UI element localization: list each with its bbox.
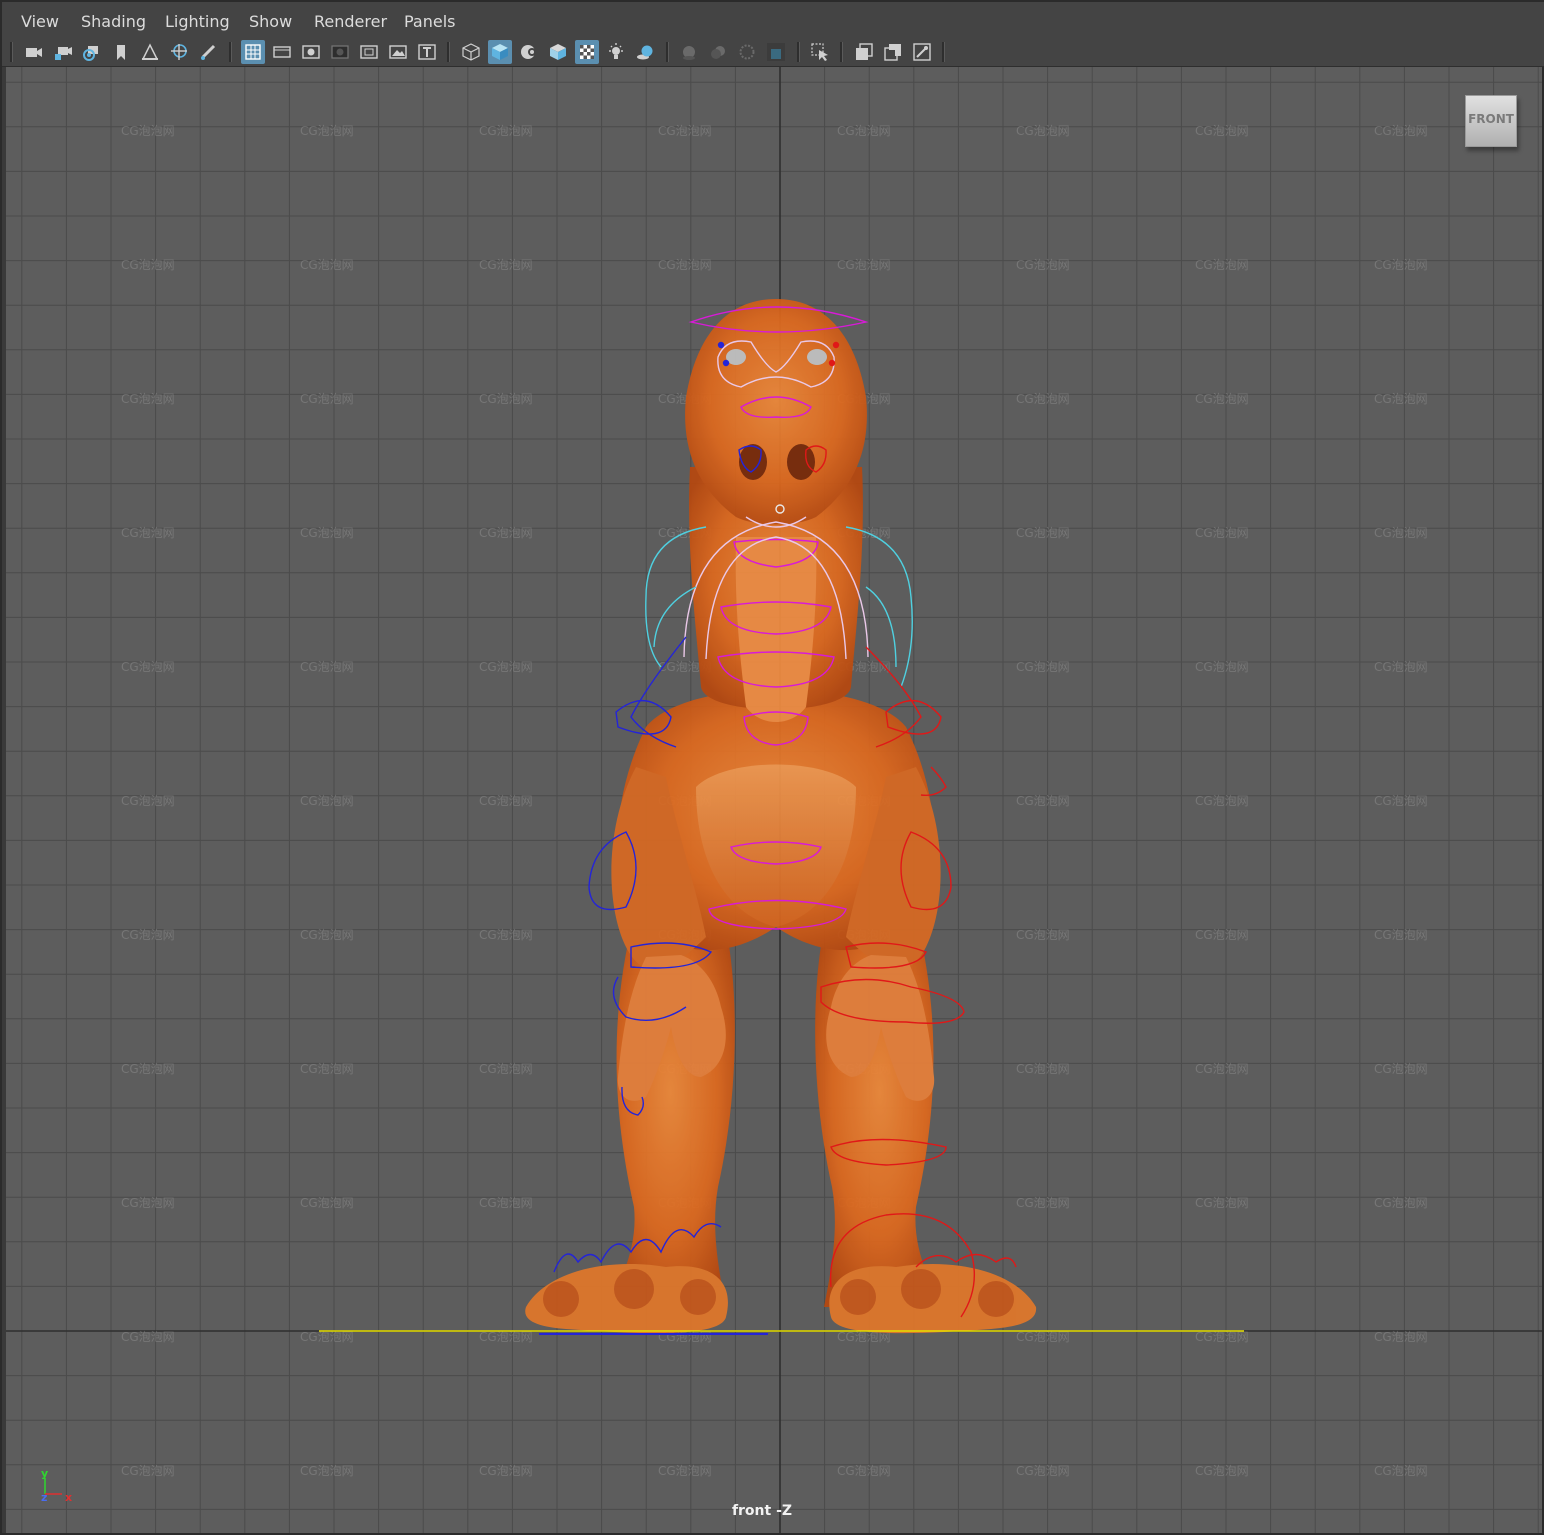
shadows-icon[interactable] — [633, 40, 657, 64]
menu-view[interactable]: View — [21, 12, 59, 31]
smooth-shade-icon[interactable] — [488, 40, 512, 64]
grease-pencil-icon[interactable] — [196, 40, 220, 64]
camera-lock-icon[interactable] — [51, 40, 75, 64]
film-gate-icon[interactable] — [270, 40, 294, 64]
depth-of-field-icon[interactable] — [764, 40, 788, 64]
bookmark-icon[interactable] — [109, 40, 133, 64]
motion-blur-icon[interactable] — [706, 40, 730, 64]
menu-renderer[interactable]: Renderer — [314, 12, 387, 31]
panel-menu-bar: View Shading Lighting Show Renderer Pane… — [2, 2, 1544, 38]
panel-toolbar — [2, 38, 1544, 67]
toolbar-separator — [942, 42, 945, 62]
toolbar-separator — [666, 42, 669, 62]
default-material-icon[interactable] — [546, 40, 570, 64]
view-cube-label: FRONT — [1468, 112, 1514, 126]
image-plane-icon[interactable] — [138, 40, 162, 64]
field-chart-icon[interactable] — [357, 40, 381, 64]
front-viewport[interactable]: CG泡泡网 CG泡泡网 CG泡泡网 CG泡泡网 CG泡泡网 CG泡泡网 CG泡泡网 CG泡泡网… — [6, 67, 1542, 1533]
toolbar-separator — [229, 42, 232, 62]
grid-icon[interactable] — [241, 40, 265, 64]
xray-joints-icon[interactable] — [852, 40, 876, 64]
menu-panels[interactable]: Panels — [404, 12, 456, 31]
camera-attributes-icon[interactable] — [80, 40, 104, 64]
xray-active-icon[interactable] — [881, 40, 905, 64]
safe-action-icon[interactable] — [386, 40, 410, 64]
toolbar-separator — [797, 42, 800, 62]
xray-icon[interactable] — [575, 40, 599, 64]
toolbar-separator — [447, 42, 450, 62]
anti-aliasing-icon[interactable] — [735, 40, 759, 64]
viewport-renderer-icon[interactable] — [910, 40, 934, 64]
use-all-lights-icon[interactable] — [604, 40, 628, 64]
ambient-occlusion-icon[interactable] — [677, 40, 701, 64]
toolbar-separator — [10, 42, 13, 62]
resolution-gate-icon[interactable] — [299, 40, 323, 64]
rig-controls[interactable] — [6, 67, 1542, 1533]
isolate-select-icon[interactable] — [808, 40, 832, 64]
camera-name-label: front -Z — [731, 1503, 793, 1519]
menu-shading[interactable]: Shading — [81, 12, 146, 31]
toolbar-separator — [840, 42, 843, 62]
2d-pan-zoom-icon[interactable] — [167, 40, 191, 64]
safe-title-icon[interactable] — [415, 40, 439, 64]
wireframe-icon[interactable] — [459, 40, 483, 64]
menu-show[interactable]: Show — [249, 12, 292, 31]
camera-icon[interactable] — [22, 40, 46, 64]
menu-lighting[interactable]: Lighting — [165, 12, 230, 31]
maya-viewport-panel: View Shading Lighting Show Renderer Pane… — [0, 0, 1544, 1535]
gate-mask-icon[interactable] — [328, 40, 352, 64]
axis-y-label: y — [41, 1467, 49, 1480]
view-cube[interactable]: FRONT — [1465, 95, 1517, 147]
wireframe-on-shaded-icon[interactable] — [517, 40, 541, 64]
